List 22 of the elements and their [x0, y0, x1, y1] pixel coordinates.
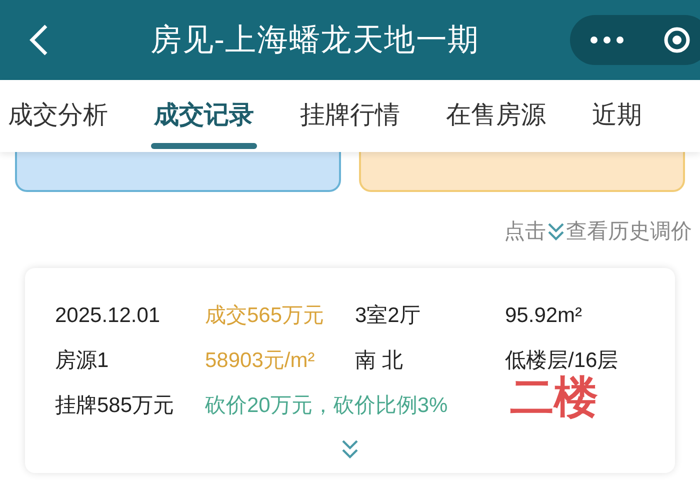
more-icon[interactable] [590, 36, 624, 44]
record-field: 挂牌585万元 [55, 390, 205, 422]
record-field: 58903元/m² [205, 345, 355, 377]
tab[interactable]: 成交分析 [0, 80, 131, 152]
target-icon[interactable] [662, 26, 690, 54]
record-field: 房源1 [55, 345, 205, 377]
window-title: 房见-上海蟠龙天地一期 [150, 20, 480, 59]
record-field: 3室2厅 [355, 300, 505, 332]
tab[interactable]: 成交记录 [131, 80, 277, 152]
history-link[interactable]: 点击 查看历史调价 [504, 216, 692, 248]
tab[interactable]: 挂牌行情 [277, 80, 423, 152]
expand-icon[interactable] [341, 438, 359, 460]
tab[interactable]: 近期 [569, 80, 665, 152]
record-field: 95.92m² [505, 300, 695, 332]
tab[interactable]: 在售房源 [423, 80, 569, 152]
back-icon[interactable] [28, 23, 50, 57]
record-field: 砍价20万元，砍价比例3% [205, 390, 505, 422]
record-field: 成交565万元 [205, 300, 355, 332]
double-chevron-icon [547, 222, 565, 242]
annotation-text: 二楼 [510, 376, 598, 420]
record-field: 南 北 [355, 345, 505, 377]
record-field: 2025.12.01 [55, 300, 205, 332]
